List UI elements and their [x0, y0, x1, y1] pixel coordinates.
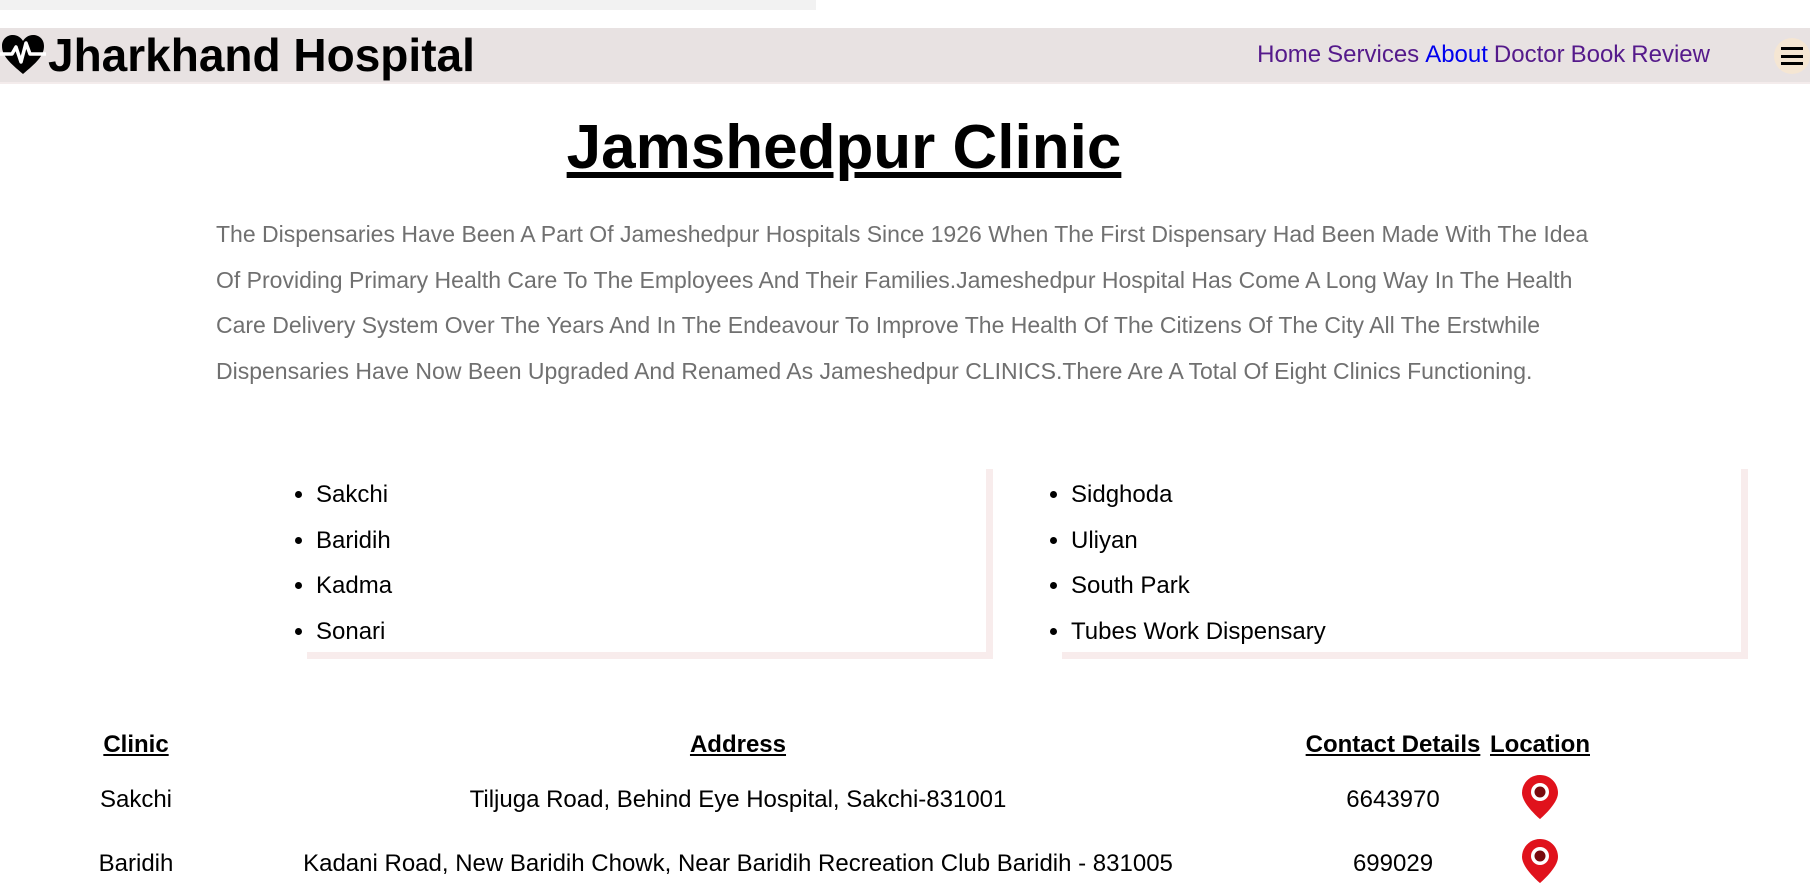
table-header-row: Clinic Address Contact Details Location: [97, 722, 1595, 768]
clinics-table: Clinic Address Contact Details Location …: [97, 722, 1595, 896]
address-cell: Tiljuga Road, Behind Eye Hospital, Sakch…: [469, 786, 1007, 813]
list-item: Kadma: [316, 563, 392, 609]
hamburger-menu-icon: [1781, 47, 1803, 65]
list-item: Tubes Work Dispensary: [1071, 609, 1326, 655]
list-item: Baridih: [316, 518, 392, 564]
nav-book-link[interactable]: Book: [1571, 41, 1626, 69]
table-row: Baridih Kadani Road, New Baridih Chowk, …: [97, 832, 1595, 896]
nav-doctor-link[interactable]: Doctor: [1494, 41, 1565, 69]
contact-cell: 699029: [1352, 850, 1434, 877]
header-contact: Contact Details: [1305, 731, 1481, 758]
page-title: Jamshedpur Clinic: [566, 113, 1122, 182]
nav-home-link[interactable]: Home: [1257, 41, 1321, 69]
address-cell: Kadani Road, New Baridih Chowk, Near Bar…: [303, 850, 1173, 877]
nav-about-link[interactable]: About: [1425, 41, 1488, 69]
list-item: Uliyan: [1071, 518, 1326, 564]
top-strip: [0, 0, 816, 10]
list-item: Sakchi: [316, 472, 392, 518]
heartbeat-icon: [0, 35, 46, 74]
table-row: Sakchi Tiljuga Road, Behind Eye Hospital…: [97, 768, 1595, 832]
list-item: Sonari: [316, 609, 392, 655]
location-cell: [1485, 832, 1595, 896]
clinic-cell: Sakchi: [99, 786, 173, 813]
location-cell: [1485, 768, 1595, 832]
header-location: Location: [1490, 731, 1590, 758]
header-clinic: Clinic: [103, 731, 169, 758]
intro-paragraph: The Dispensaries Have Been A Part Of Jam…: [216, 221, 1589, 384]
map-pin-icon[interactable]: [1521, 774, 1559, 827]
menu-button[interactable]: [1774, 38, 1810, 74]
nav-review-link[interactable]: Review: [1631, 41, 1710, 69]
header-address: Address: [689, 731, 787, 758]
main-nav: Home Services About Doctor Book Review: [1251, 28, 1710, 82]
map-pin-icon[interactable]: [1521, 838, 1559, 891]
clinic-list-right: Sidghoda Uliyan South Park Tubes Work Di…: [1055, 462, 1741, 652]
brand-name: Jharkhand Hospital: [48, 29, 475, 81]
list-item: Sidghoda: [1071, 472, 1326, 518]
nav-services-link[interactable]: Services: [1327, 41, 1419, 69]
contact-cell: 6643970: [1346, 786, 1440, 813]
clinic-list-left: Sakchi Baridih Kadma Sonari: [300, 462, 986, 652]
navbar: Jharkhand Hospital Home Services About D…: [0, 28, 1810, 82]
brand-logo[interactable]: Jharkhand Hospital: [0, 29, 475, 81]
list-item: South Park: [1071, 563, 1326, 609]
clinic-cell: Baridih: [98, 850, 174, 877]
